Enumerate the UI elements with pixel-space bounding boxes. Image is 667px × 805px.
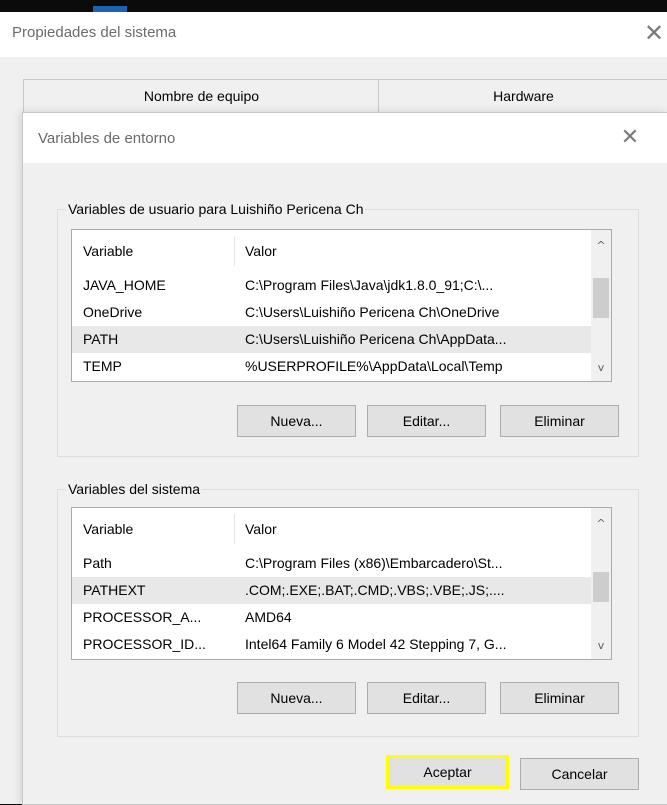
scroll-up-icon[interactable]: ^ xyxy=(591,236,611,256)
system-variables-legend: Variables del sistema xyxy=(66,481,203,497)
scroll-down-icon[interactable]: v xyxy=(591,636,611,656)
table-row[interactable]: Path C:\Program Files (x86)\Embarcadero\… xyxy=(72,550,591,577)
tab-hardware[interactable]: Hardware xyxy=(378,79,667,112)
variable-value: AMD64 xyxy=(245,609,292,625)
variable-value: .COM;.EXE;.BAT;.CMD;.VBS;.VBE;.JS;.... xyxy=(245,582,505,598)
scrollbar-thumb[interactable] xyxy=(593,572,609,602)
new-system-variable-button[interactable]: Nueva... xyxy=(237,682,356,714)
variable-value: C:\Program Files\Java\jdk1.8.0_91;C:\... xyxy=(245,277,494,293)
variable-value: C:\Users\Luishiño Pericena Ch\AppData... xyxy=(245,331,507,347)
edit-system-variable-button[interactable]: Editar... xyxy=(367,682,486,714)
table-row[interactable]: PROCESSOR_A... AMD64 xyxy=(72,604,591,631)
table-row[interactable]: TEMP %USERPROFILE%\AppData\Local\Temp xyxy=(72,353,591,380)
scrollbar-thumb[interactable] xyxy=(593,278,609,318)
table-row-selected[interactable]: PATHEXT .COM;.EXE;.BAT;.CMD;.VBS;.VBE;.J… xyxy=(72,577,591,604)
system-variables-list[interactable]: Variable Valor Path C:\Program Files (x8… xyxy=(71,507,612,660)
variable-value: %USERPROFILE%\AppData\Local\Temp xyxy=(245,358,503,374)
delete-system-variable-button[interactable]: Eliminar xyxy=(500,682,619,714)
variable-name: PATHEXT xyxy=(83,582,146,598)
table-row[interactable]: JAVA_HOME C:\Program Files\Java\jdk1.8.0… xyxy=(72,272,591,299)
column-divider[interactable] xyxy=(234,236,235,266)
list-header: Variable Valor xyxy=(72,230,591,272)
column-header-value[interactable]: Valor xyxy=(245,230,277,272)
cancel-button[interactable]: Cancelar xyxy=(520,758,639,790)
scroll-down-icon[interactable]: v xyxy=(591,358,611,378)
scroll-up-icon[interactable]: ^ xyxy=(591,514,611,534)
variable-value: Intel64 Family 6 Model 42 Stepping 7, G.… xyxy=(245,636,507,652)
table-row[interactable]: OneDrive C:\Users\Luishiño Pericena Ch\O… xyxy=(72,299,591,326)
column-divider[interactable] xyxy=(234,514,235,544)
column-header-variable[interactable]: Variable xyxy=(83,508,133,550)
table-row-selected[interactable]: PATH C:\Users\Luishiño Pericena Ch\AppDa… xyxy=(72,326,591,353)
variable-name: JAVA_HOME xyxy=(83,277,166,293)
variable-name: Path xyxy=(83,555,112,571)
edit-user-variable-button[interactable]: Editar... xyxy=(367,405,486,437)
ok-button-label: Aceptar xyxy=(423,764,472,780)
user-variables-list[interactable]: Variable Valor JAVA_HOME C:\Program File… xyxy=(71,229,612,382)
column-header-variable[interactable]: Variable xyxy=(83,230,133,272)
variable-name: PATH xyxy=(83,331,119,347)
vertical-scrollbar[interactable]: ^ v xyxy=(591,230,611,381)
ok-button[interactable]: Aceptar xyxy=(386,755,509,789)
system-properties-title: Propiedades del sistema xyxy=(12,24,177,41)
column-header-value[interactable]: Valor xyxy=(245,508,277,550)
variable-name: OneDrive xyxy=(83,304,143,320)
table-row[interactable]: PROCESSOR_ID... Intel64 Family 6 Model 4… xyxy=(72,631,591,658)
close-icon[interactable]: ✕ xyxy=(642,18,666,48)
new-user-variable-button[interactable]: Nueva... xyxy=(237,405,356,437)
list-header: Variable Valor xyxy=(72,508,591,550)
vertical-scrollbar[interactable]: ^ v xyxy=(591,508,611,659)
close-icon[interactable]: ✕ xyxy=(618,122,642,154)
variable-name: PROCESSOR_A... xyxy=(83,609,202,625)
user-variables-legend: Variables de usuario para Luishiño Peric… xyxy=(66,201,366,217)
delete-user-variable-button[interactable]: Eliminar xyxy=(500,405,619,437)
variable-name: TEMP xyxy=(83,358,122,374)
variable-name: PROCESSOR_ID... xyxy=(83,636,206,652)
environment-variables-title: Variables de entorno xyxy=(38,130,176,147)
variable-value: C:\Program Files (x86)\Embarcadero\St... xyxy=(245,555,503,571)
variable-value: C:\Users\Luishiño Pericena Ch\OneDrive xyxy=(245,304,500,320)
tab-computer-name[interactable]: Nombre de equipo xyxy=(23,79,380,112)
